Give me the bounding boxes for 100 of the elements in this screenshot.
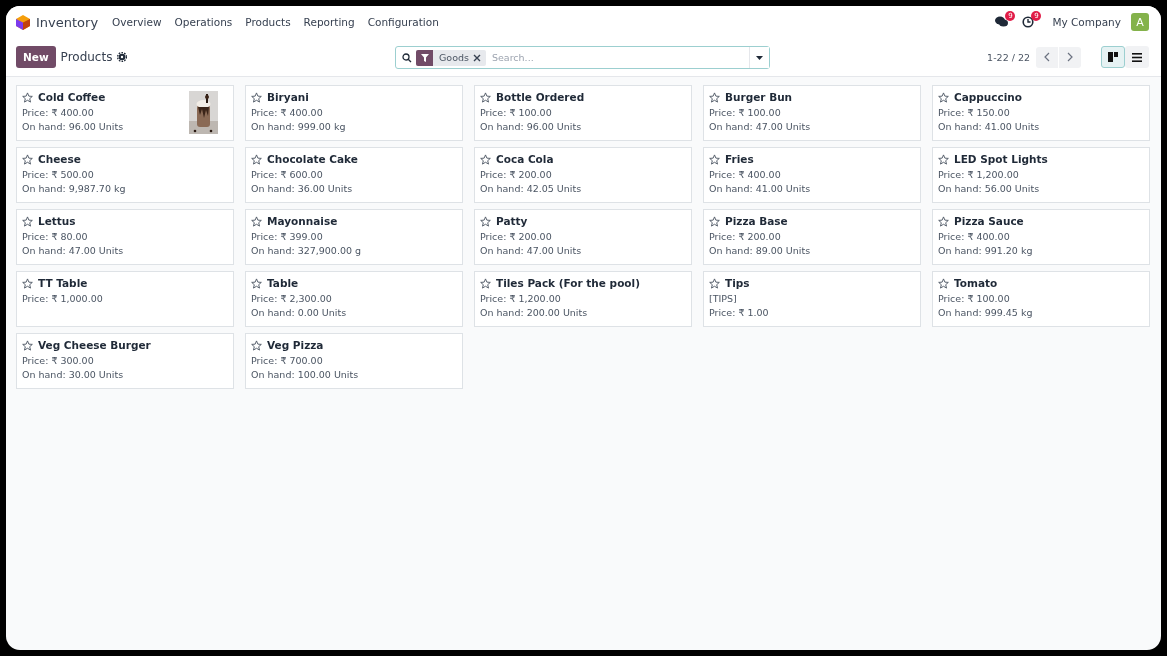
company-name[interactable]: My Company bbox=[1052, 16, 1121, 28]
product-card[interactable]: Table Price: ₹ 2,300.00 On hand: 0.00 Units bbox=[245, 271, 463, 327]
star-icon[interactable] bbox=[480, 215, 491, 227]
menu-item[interactable]: Configuration bbox=[367, 16, 439, 28]
product-card[interactable]: TT Table Price: ₹ 1,000.00 bbox=[16, 271, 234, 327]
product-name: Bottle Ordered bbox=[496, 91, 585, 103]
settings-icon[interactable] bbox=[117, 52, 128, 62]
product-name: Coca Cola bbox=[496, 153, 554, 165]
product-detail: Price: ₹ 200.00 bbox=[480, 168, 553, 182]
product-detail: Price: ₹ 100.00 bbox=[709, 106, 782, 120]
product-name: Fries bbox=[725, 153, 754, 165]
product-detail: On hand: 47.00 Units bbox=[22, 244, 125, 258]
product-card[interactable]: Mayonnaise Price: ₹ 399.00 On hand: 327,900.00 g bbox=[245, 209, 463, 265]
product-detail: Price: ₹ 1,200.00 bbox=[938, 168, 1020, 182]
product-card[interactable]: Lettus Price: ₹ 80.00 On hand: 47.00 Units bbox=[16, 209, 234, 265]
star-icon[interactable] bbox=[480, 277, 491, 289]
product-card[interactable]: Cold Coffee Price: ₹ 400.00 On hand: 96.00 Units bbox=[16, 85, 234, 141]
product-name: Veg Cheese Burger bbox=[38, 339, 151, 351]
app-name[interactable]: Inventory bbox=[36, 14, 99, 30]
view-button[interactable] bbox=[1125, 46, 1149, 68]
product-card[interactable]: Bottle Ordered Price: ₹ 100.00 On hand: 96.00 Units bbox=[474, 85, 692, 141]
product-name: Pizza Base bbox=[725, 215, 788, 227]
product-name: Biryani bbox=[267, 91, 309, 103]
dropdown-button[interactable] bbox=[749, 47, 769, 68]
star-icon[interactable] bbox=[251, 277, 262, 289]
star-icon[interactable] bbox=[251, 91, 262, 103]
product-detail: On hand: 42.05 Units bbox=[480, 182, 583, 196]
search-field[interactable]: Search... bbox=[485, 51, 749, 64]
product-detail: On hand: 327,900.00 g bbox=[251, 244, 363, 258]
new-button[interactable]: New bbox=[16, 46, 56, 68]
star-icon[interactable] bbox=[480, 153, 491, 165]
product-detail: Price: ₹ 200.00 bbox=[480, 230, 553, 244]
product-card[interactable]: Veg Cheese Burger Price: ₹ 300.00 On hand: 30.00 Units bbox=[16, 333, 234, 389]
product-card[interactable]: Burger Bun Price: ₹ 100.00 On hand: 47.00 Units bbox=[703, 85, 921, 141]
star-icon[interactable] bbox=[709, 153, 720, 165]
product-name: Cappuccino bbox=[954, 91, 1023, 103]
product-card[interactable]: Chocolate Cake Price: ₹ 600.00 On hand: 36.00 Units bbox=[245, 147, 463, 203]
product-name: Table bbox=[267, 277, 299, 289]
product-detail: On hand: 991.20 kg bbox=[938, 244, 1034, 258]
menu-item[interactable]: Reporting bbox=[303, 16, 355, 28]
star-icon[interactable] bbox=[480, 91, 491, 103]
view-button[interactable] bbox=[1101, 46, 1125, 68]
product-card[interactable]: Cheese Price: ₹ 500.00 On hand: 9,987.70 kg bbox=[16, 147, 234, 203]
menu-item[interactable]: Operations bbox=[174, 16, 233, 28]
star-icon[interactable] bbox=[251, 339, 262, 351]
product-card[interactable]: Biryani Price: ₹ 400.00 On hand: 999.00 kg bbox=[245, 85, 463, 141]
star-icon[interactable] bbox=[938, 215, 949, 227]
filter-icon bbox=[420, 53, 429, 62]
product-card[interactable]: Tiles Pack (For the pool) Price: ₹ 1,200.00 On hand: 200.00 Units bbox=[474, 271, 692, 327]
product-name: Tiles Pack (For the pool) bbox=[496, 277, 640, 289]
product-detail: On hand: 999.00 kg bbox=[251, 120, 347, 134]
product-card[interactable]: Pizza Sauce Price: ₹ 400.00 On hand: 991.20 kg bbox=[932, 209, 1150, 265]
product-detail: Price: ₹ 400.00 bbox=[251, 106, 324, 120]
close-icon[interactable] bbox=[472, 53, 481, 62]
product-detail: Price: ₹ 2,300.00 bbox=[251, 292, 333, 306]
star-icon[interactable] bbox=[251, 215, 262, 227]
product-detail: Price: ₹ 1,200.00 bbox=[480, 292, 562, 306]
product-name: LED Spot Lights bbox=[954, 153, 1048, 165]
product-card[interactable]: Pizza Base Price: ₹ 200.00 On hand: 89.00 Units bbox=[703, 209, 921, 265]
pager-value[interactable]: 1-22 / 22 bbox=[987, 51, 1030, 63]
star-icon[interactable] bbox=[709, 277, 720, 289]
product-detail: On hand: 30.00 Units bbox=[22, 368, 125, 382]
star-icon[interactable] bbox=[709, 215, 720, 227]
product-card[interactable]: LED Spot Lights Price: ₹ 1,200.00 On hand: 56.00 Units bbox=[932, 147, 1150, 203]
product-card[interactable]: Coca Cola Price: ₹ 200.00 On hand: 42.05 Units bbox=[474, 147, 692, 203]
product-detail: On hand: 100.00 Units bbox=[251, 368, 360, 382]
star-icon[interactable] bbox=[22, 215, 33, 227]
product-name: Tomato bbox=[954, 277, 998, 289]
product-card[interactable]: Veg Pizza Price: ₹ 700.00 On hand: 100.00 Units bbox=[245, 333, 463, 389]
product-detail: On hand: 47.00 Units bbox=[480, 244, 583, 258]
chat-icon[interactable] bbox=[995, 16, 1009, 28]
star-icon[interactable] bbox=[938, 277, 949, 289]
product-detail: Price: ₹ 1,000.00 bbox=[22, 292, 104, 306]
product-name: TT Table bbox=[38, 277, 88, 289]
filter-facet: Goods bbox=[438, 52, 470, 63]
product-detail: Price: ₹ 300.00 bbox=[22, 354, 95, 368]
menu-item[interactable]: Products bbox=[245, 16, 291, 28]
product-detail: On hand: 41.00 Units bbox=[938, 120, 1041, 134]
product-detail: On hand: 96.00 Units bbox=[22, 120, 125, 134]
star-icon[interactable] bbox=[938, 91, 949, 103]
search-bar[interactable]: Goods Search... bbox=[395, 46, 770, 69]
star-icon[interactable] bbox=[22, 153, 33, 165]
product-card[interactable]: Tips [TIPS] Price: ₹ 1.00 bbox=[703, 271, 921, 327]
star-icon[interactable] bbox=[22, 339, 33, 351]
product-detail: Price: ₹ 400.00 bbox=[938, 230, 1011, 244]
star-icon[interactable] bbox=[709, 91, 720, 103]
star-icon[interactable] bbox=[22, 277, 33, 289]
app-logo-icon[interactable] bbox=[16, 14, 30, 30]
product-detail: On hand: 56.00 Units bbox=[938, 182, 1041, 196]
product-detail: Price: ₹ 399.00 bbox=[251, 230, 324, 244]
star-icon[interactable] bbox=[22, 91, 33, 103]
product-card[interactable]: Tomato Price: ₹ 100.00 On hand: 999.45 kg bbox=[932, 271, 1150, 327]
product-card[interactable]: Cappuccino Price: ₹ 150.00 On hand: 41.00 Units bbox=[932, 85, 1150, 141]
star-icon[interactable] bbox=[938, 153, 949, 165]
menu-item[interactable]: Overview bbox=[112, 16, 162, 28]
product-card[interactable]: Fries Price: ₹ 400.00 On hand: 41.00 Units bbox=[703, 147, 921, 203]
star-icon[interactable] bbox=[251, 153, 262, 165]
product-detail: On hand: 89.00 Units bbox=[709, 244, 812, 258]
clock-icon[interactable] bbox=[1022, 16, 1035, 28]
product-card[interactable]: Patty Price: ₹ 200.00 On hand: 47.00 Units bbox=[474, 209, 692, 265]
